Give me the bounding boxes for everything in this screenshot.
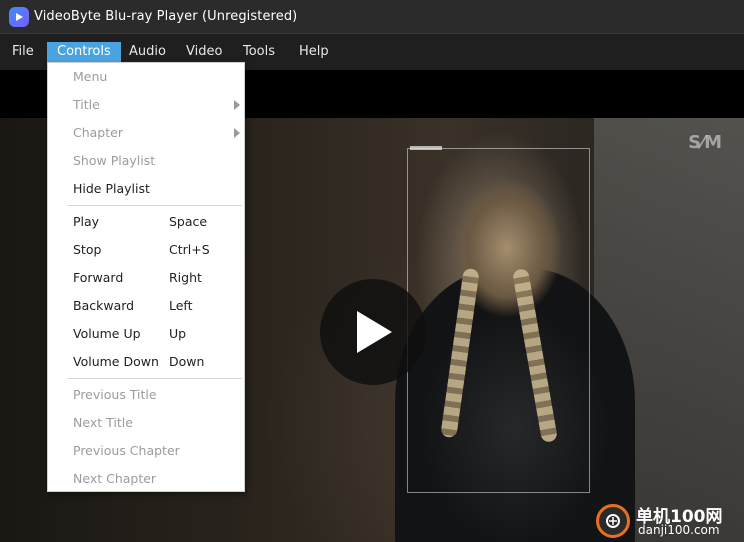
menu-file[interactable]: File <box>12 42 34 62</box>
menu-item-label: Menu <box>73 69 108 84</box>
menu-item-shortcut: Up <box>169 326 187 341</box>
menu-item-forward[interactable]: Forward Right <box>48 264 244 292</box>
menu-item-label: Stop <box>73 242 102 257</box>
menu-item-volume-up[interactable]: Volume Up Up <box>48 320 244 348</box>
video-frame-tag <box>410 146 442 150</box>
menu-item-label: Next Title <box>73 415 133 430</box>
menu-item-shortcut: Down <box>169 354 205 369</box>
menu-item-previous-chapter[interactable]: Previous Chapter <box>48 437 244 465</box>
menu-item-shortcut: Right <box>169 270 202 285</box>
menu-item-label: Show Playlist <box>73 153 156 168</box>
watermark: 单机100网 danji100.com <box>596 502 744 542</box>
play-icon <box>357 311 392 353</box>
window-title: VideoByte Blu-ray Player (Unregistered) <box>34 9 298 24</box>
menu-item-shortcut: Left <box>169 298 193 313</box>
watermark-logo-icon <box>596 504 630 538</box>
menu-controls[interactable]: Controls <box>47 42 121 62</box>
menu-item-label: Previous Title <box>73 387 157 402</box>
menu-item-shortcut: Space <box>169 214 208 229</box>
menu-item-menu[interactable]: Menu <box>48 63 244 91</box>
menu-help[interactable]: Help <box>299 42 329 62</box>
sm-logo: S⁄M <box>688 132 722 153</box>
menu-item-shortcut: Ctrl+S <box>169 242 210 257</box>
menu-item-label: Forward <box>73 270 124 285</box>
menu-item-volume-down[interactable]: Volume Down Down <box>48 348 244 376</box>
menu-item-label: Title <box>73 97 100 112</box>
menu-item-title[interactable]: Title <box>48 91 244 119</box>
menu-item-label: Play <box>73 214 100 229</box>
app-logo-icon <box>9 6 29 27</box>
menu-item-stop[interactable]: Stop Ctrl+S <box>48 236 244 264</box>
menu-item-label: Volume Down <box>73 354 159 369</box>
menu-separator <box>68 378 242 379</box>
menu-item-label: Chapter <box>73 125 123 140</box>
menu-item-previous-title[interactable]: Previous Title <box>48 381 244 409</box>
menu-item-label: Next Chapter <box>73 471 157 486</box>
menu-separator <box>68 205 242 206</box>
menu-tools[interactable]: Tools <box>243 42 275 62</box>
play-button[interactable] <box>320 279 426 385</box>
menu-item-label: Hide Playlist <box>73 181 150 196</box>
video-frame-outline <box>407 148 590 493</box>
submenu-arrow-icon <box>234 128 240 138</box>
menu-video[interactable]: Video <box>186 42 222 62</box>
menu-item-next-title[interactable]: Next Title <box>48 409 244 437</box>
submenu-arrow-icon <box>234 100 240 110</box>
menu-audio[interactable]: Audio <box>129 42 166 62</box>
menu-item-label: Volume Up <box>73 326 141 341</box>
controls-dropdown-menu: Menu Title Chapter Show Playlist Hide Pl… <box>47 62 245 492</box>
title-bar: VideoByte Blu-ray Player (Unregistered) <box>0 0 744 34</box>
menu-item-play[interactable]: Play Space <box>48 208 244 236</box>
menu-item-label: Previous Chapter <box>73 443 180 458</box>
menu-item-show-playlist[interactable]: Show Playlist <box>48 147 244 175</box>
menu-item-backward[interactable]: Backward Left <box>48 292 244 320</box>
menu-item-hide-playlist[interactable]: Hide Playlist <box>48 175 244 203</box>
menu-item-chapter[interactable]: Chapter <box>48 119 244 147</box>
menu-item-label: Backward <box>73 298 135 313</box>
menu-item-next-chapter[interactable]: Next Chapter <box>48 465 244 493</box>
watermark-text-bottom: danji100.com <box>638 523 720 537</box>
